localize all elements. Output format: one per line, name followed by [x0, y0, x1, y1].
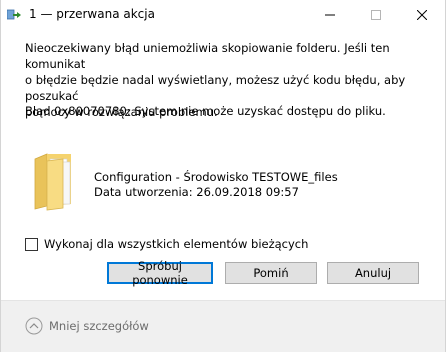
close-icon: [417, 10, 427, 20]
retry-button[interactable]: Spróbuj ponownie: [107, 259, 213, 287]
minimize-icon: [325, 14, 335, 16]
message-line-2: o błędzie będzie nadal wyświetlany, może…: [25, 73, 406, 103]
window-title: 1 — przerwana akcja: [29, 7, 155, 21]
checkbox-box[interactable]: [25, 237, 38, 251]
file-created-date: Data utworzenia: 26.09.2018 09:57: [94, 185, 299, 199]
error-code-text: Błąd 0x80070780: System nie może uzyskać…: [25, 104, 386, 118]
fewer-details-label: Mniej szczegółów: [49, 319, 149, 333]
message-line-1: Nieoczekiwany błąd uniemożliwia skopiowa…: [25, 41, 390, 71]
chevron-up-icon: [25, 317, 43, 335]
close-button[interactable]: [399, 0, 445, 30]
apply-to-all-checkbox[interactable]: Wykonaj dla wszystkich elementów bieżący…: [25, 237, 308, 251]
folder-icon: [34, 153, 71, 211]
cancel-button[interactable]: Anuluj: [327, 262, 419, 284]
fewer-details-toggle[interactable]: Mniej szczegółów: [25, 317, 149, 335]
maximize-button[interactable]: [353, 0, 399, 30]
skip-button[interactable]: Pomiń: [225, 262, 317, 284]
file-transfer-icon: [7, 9, 21, 20]
maximize-icon: [371, 10, 381, 20]
title-bar[interactable]: 1 — przerwana akcja: [1, 0, 445, 30]
file-name: Configuration - Środowisko TESTOWE_files: [94, 170, 338, 184]
checkbox-label: Wykonaj dla wszystkich elementów bieżący…: [44, 237, 309, 251]
copy-error-dialog: 1 — przerwana akcja Nieoczekiwany błąd u…: [0, 0, 446, 352]
minimize-button[interactable]: [307, 0, 353, 30]
dialog-footer: Mniej szczegółów: [1, 300, 445, 352]
